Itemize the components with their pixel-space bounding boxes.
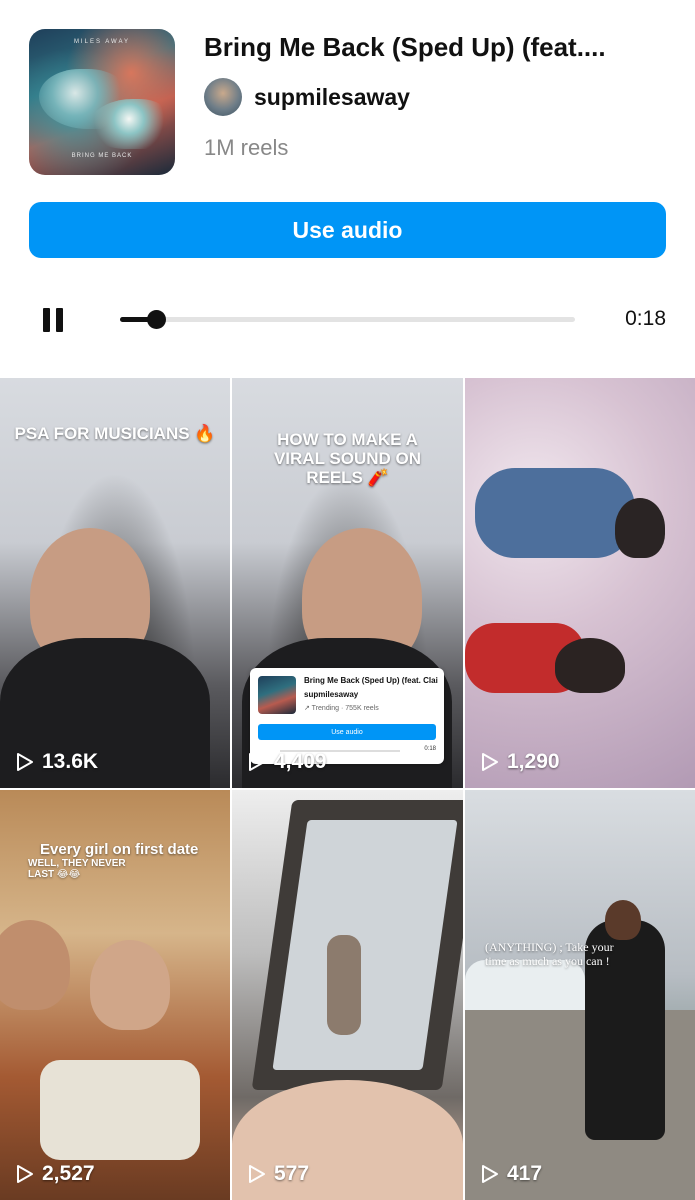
sandwich-wrap [40, 1060, 200, 1160]
reel-views: 1,290 [481, 750, 560, 774]
cover-top-text: MILES AWAY [73, 39, 131, 45]
cover-bottom-text: BRING ME BACK [71, 153, 133, 159]
progress-thumb[interactable] [147, 310, 167, 329]
reel-caption: HOW TO MAKE A VIRAL SOUND ON REELS 🧨 [273, 430, 422, 487]
reel-tile[interactable]: HOW TO MAKE A VIRAL SOUND ON REELS 🧨 Bri… [232, 378, 463, 788]
playback-time: 0:18 [625, 307, 666, 330]
cover-wave-art-2 [89, 99, 169, 149]
reel-caption: (ANYTHING) ; Take your time as much as y… [485, 940, 614, 968]
reel-views: 417 [481, 1162, 542, 1186]
mini-title: Bring Me Back (Sped Up) (feat. Clai... [304, 676, 438, 685]
mini-time: 0:18 [424, 746, 436, 752]
reel-view-count: 1,290 [507, 750, 560, 773]
artist-name[interactable]: supmilesaway [254, 84, 410, 111]
mini-use-audio-button: Use audio [258, 724, 436, 740]
audio-player: 0:18 [0, 290, 695, 350]
reel-views: 577 [248, 1162, 309, 1186]
play-icon [17, 1165, 33, 1183]
mini-trending: ↗ Trending · 755K reels [304, 705, 379, 712]
reels-grid: PSA FOR MUSICIANS 🔥 13.6K HOW TO MAKE A … [0, 378, 695, 1200]
reel-tile[interactable]: 577 [232, 790, 463, 1200]
reel-views: 4,409 [248, 750, 327, 774]
reel-caption-2: WELL, THEY NEVER LAST 😂😂 [28, 858, 126, 880]
play-icon [249, 1165, 265, 1183]
person-blue-jacket [475, 468, 635, 558]
person-reflection [327, 935, 361, 1035]
person-face [0, 920, 70, 1010]
reel-view-count: 4,409 [274, 750, 327, 773]
pause-icon[interactable] [42, 308, 64, 332]
artist-row[interactable]: supmilesaway [204, 78, 410, 116]
mini-artist: supmilesaway [304, 690, 359, 699]
play-icon [482, 1165, 498, 1183]
reel-view-count: 417 [507, 1162, 543, 1185]
reel-caption: Every girl on first date [40, 841, 199, 858]
person-head [615, 498, 665, 558]
reel-view-count: 2,527 [42, 1162, 95, 1185]
reel-tile[interactable]: (ANYTHING) ; Take your time as much as y… [465, 790, 695, 1200]
artist-avatar[interactable] [204, 78, 242, 116]
reels-count: 1M reels [204, 135, 289, 160]
progress-track[interactable] [120, 310, 575, 329]
reel-views: 13.6K [16, 750, 98, 774]
person-head [605, 900, 641, 940]
album-cover[interactable]: MILES AWAY BRING ME BACK [29, 29, 175, 175]
use-audio-button[interactable]: Use audio [29, 202, 666, 258]
reel-view-count: 577 [274, 1162, 310, 1185]
audio-header: MILES AWAY BRING ME BACK Bring Me Back (… [0, 0, 695, 200]
reel-view-count: 13.6K [42, 750, 99, 773]
reel-tile[interactable]: 1,290 [465, 378, 695, 788]
play-icon [17, 753, 33, 771]
person-face-2 [90, 940, 170, 1030]
play-icon [249, 753, 265, 771]
play-icon [482, 753, 498, 771]
person-head-2 [555, 638, 625, 693]
reel-tile[interactable]: Every girl on first date WELL, THEY NEVE… [0, 790, 230, 1200]
audio-title: Bring Me Back (Sped Up) (feat.... [204, 32, 606, 62]
reel-tile[interactable]: PSA FOR MUSICIANS 🔥 13.6K [0, 378, 230, 788]
reel-views: 2,527 [16, 1162, 95, 1186]
mini-album-cover [258, 676, 296, 714]
reel-caption: PSA FOR MUSICIANS 🔥 [14, 424, 216, 443]
